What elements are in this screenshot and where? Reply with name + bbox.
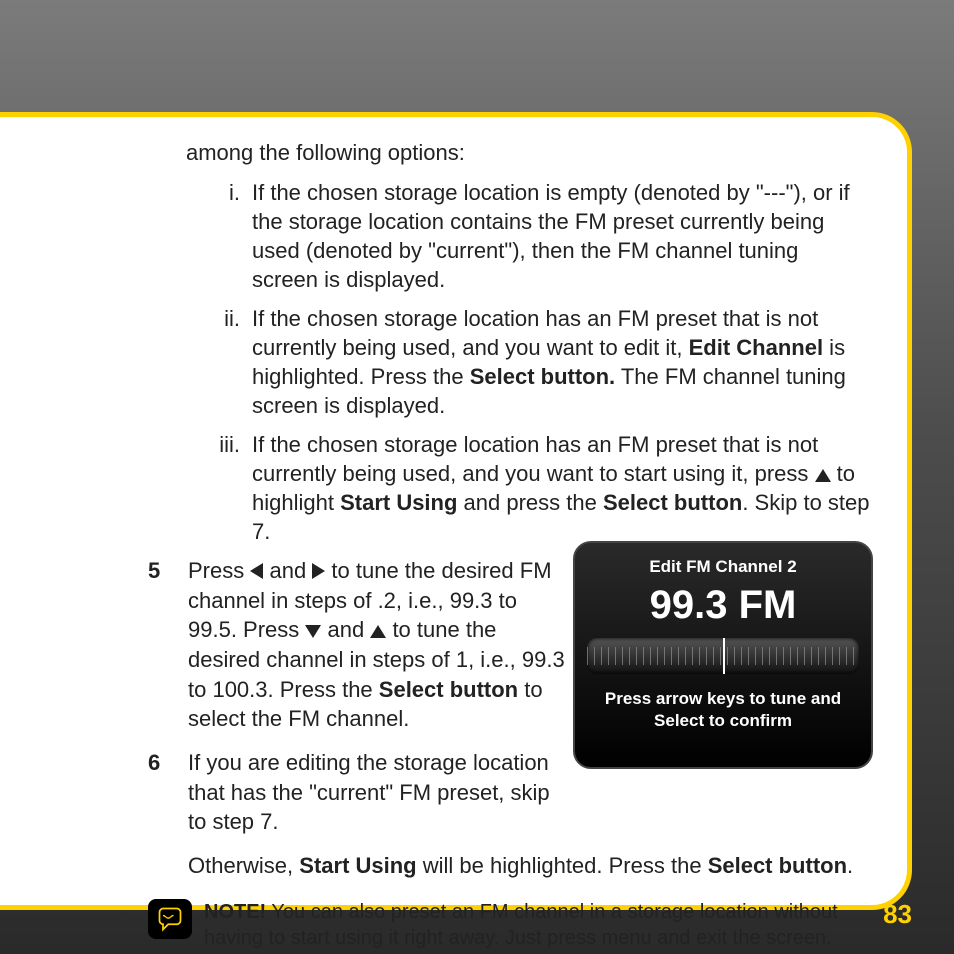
- roman-i-num: i.: [168, 178, 252, 294]
- content: among the following options: i. If the c…: [148, 139, 888, 951]
- fm-tuner-title: Edit FM Channel 2: [587, 557, 859, 577]
- fm-tuner-frequency: 99.3 FM: [587, 583, 859, 628]
- step-5-num: 5: [148, 556, 188, 734]
- manual-page: among the following options: i. If the c…: [0, 0, 954, 954]
- fm-tuner-hint: Press arrow keys to tune and Select to c…: [587, 688, 859, 732]
- roman-item-i: i. If the chosen storage location is emp…: [148, 178, 888, 294]
- roman-i-text: If the chosen storage location is empty …: [252, 178, 888, 294]
- arrow-right-icon: [312, 563, 325, 579]
- arrow-up-icon: [370, 625, 386, 638]
- fm-tuner-dial: [587, 638, 859, 674]
- fm-tuner-screen: Edit FM Channel 2 99.3 FM Press arrow ke…: [573, 541, 873, 769]
- note-row: NOTE! You can also preset an FM channel …: [148, 899, 888, 951]
- dial-needle: [723, 638, 725, 674]
- roman-ii-num: ii.: [168, 304, 252, 420]
- page-number: 83: [883, 899, 912, 930]
- intro-text: among the following options:: [186, 139, 888, 168]
- step-6-text-a: If you are editing the storage location …: [188, 748, 586, 837]
- note-text: NOTE! You can also preset an FM channel …: [204, 899, 870, 951]
- roman-item-ii: ii. If the chosen storage location has a…: [148, 304, 888, 420]
- step-6-text-b: Otherwise, Start Using will be highlight…: [188, 851, 888, 881]
- arrow-up-icon: [815, 469, 831, 482]
- roman-iii-text: If the chosen storage location has an FM…: [252, 430, 888, 546]
- content-card: among the following options: i. If the c…: [0, 112, 912, 910]
- roman-iii-num: iii.: [168, 430, 252, 546]
- roman-ii-text: If the chosen storage location has an FM…: [252, 304, 888, 420]
- roman-list: i. If the chosen storage location is emp…: [148, 178, 888, 546]
- step-6-num: 6: [148, 748, 188, 837]
- roman-item-iii: iii. If the chosen storage location has …: [148, 430, 888, 546]
- note-icon: [148, 899, 192, 939]
- arrow-left-icon: [250, 563, 263, 579]
- step-5-text: Press and to tune the desired FM channel…: [188, 556, 586, 734]
- arrow-down-icon: [305, 625, 321, 638]
